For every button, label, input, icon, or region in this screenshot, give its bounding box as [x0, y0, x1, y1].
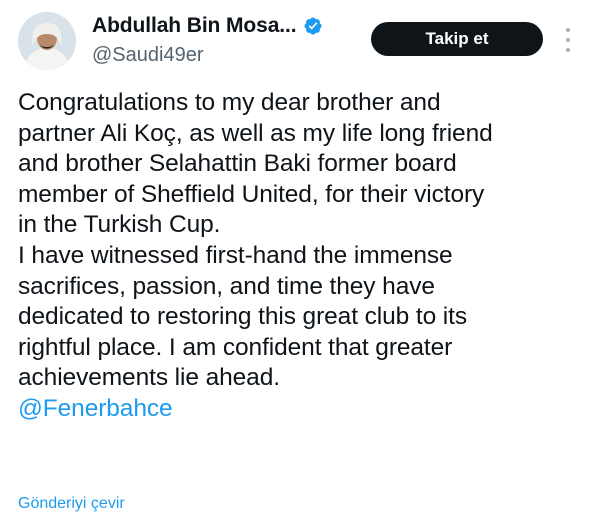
tweet-line: achievements lie ahead.	[18, 364, 280, 392]
more-options-icon[interactable]	[560, 28, 576, 52]
avatar-image	[18, 12, 76, 70]
more-dot	[566, 28, 570, 32]
tweet-text: Congratulations to my dear brother and p…	[18, 88, 588, 425]
tweet-line: Congratulations to my dear brother and	[18, 89, 441, 116]
display-name[interactable]: Abdullah Bin Mosa...	[92, 14, 297, 38]
tweet-line: sacrifices, passion, and time they have	[18, 272, 435, 300]
avatar[interactable]	[18, 12, 76, 70]
tweet-line: I have witnessed first-hand the immense	[18, 241, 453, 269]
more-dot	[566, 38, 570, 42]
tweet-line: and brother Selahattin Baki former board	[18, 150, 457, 178]
translate-post-link[interactable]: Gönderiyi çevir	[18, 495, 125, 513]
tweet-line: partner Ali Koç, as well as my life long…	[18, 119, 493, 147]
user-handle[interactable]: @Saudi49er	[92, 44, 203, 67]
tweet-line: dedicated to restoring this great club t…	[18, 303, 468, 331]
verified-badge-icon	[303, 16, 323, 36]
tweet-line: in the Turkish Cup.	[18, 211, 221, 239]
more-dot	[566, 48, 570, 52]
tweet-line: member of Sheffield United, for their vi…	[18, 180, 485, 208]
mention-link[interactable]: @Fenerbahce	[18, 395, 173, 422]
author-name-row[interactable]: Abdullah Bin Mosa...	[92, 14, 323, 38]
follow-button[interactable]: Takip et	[371, 22, 543, 56]
tweet-line: rightful place. I am confident that grea…	[18, 333, 453, 361]
